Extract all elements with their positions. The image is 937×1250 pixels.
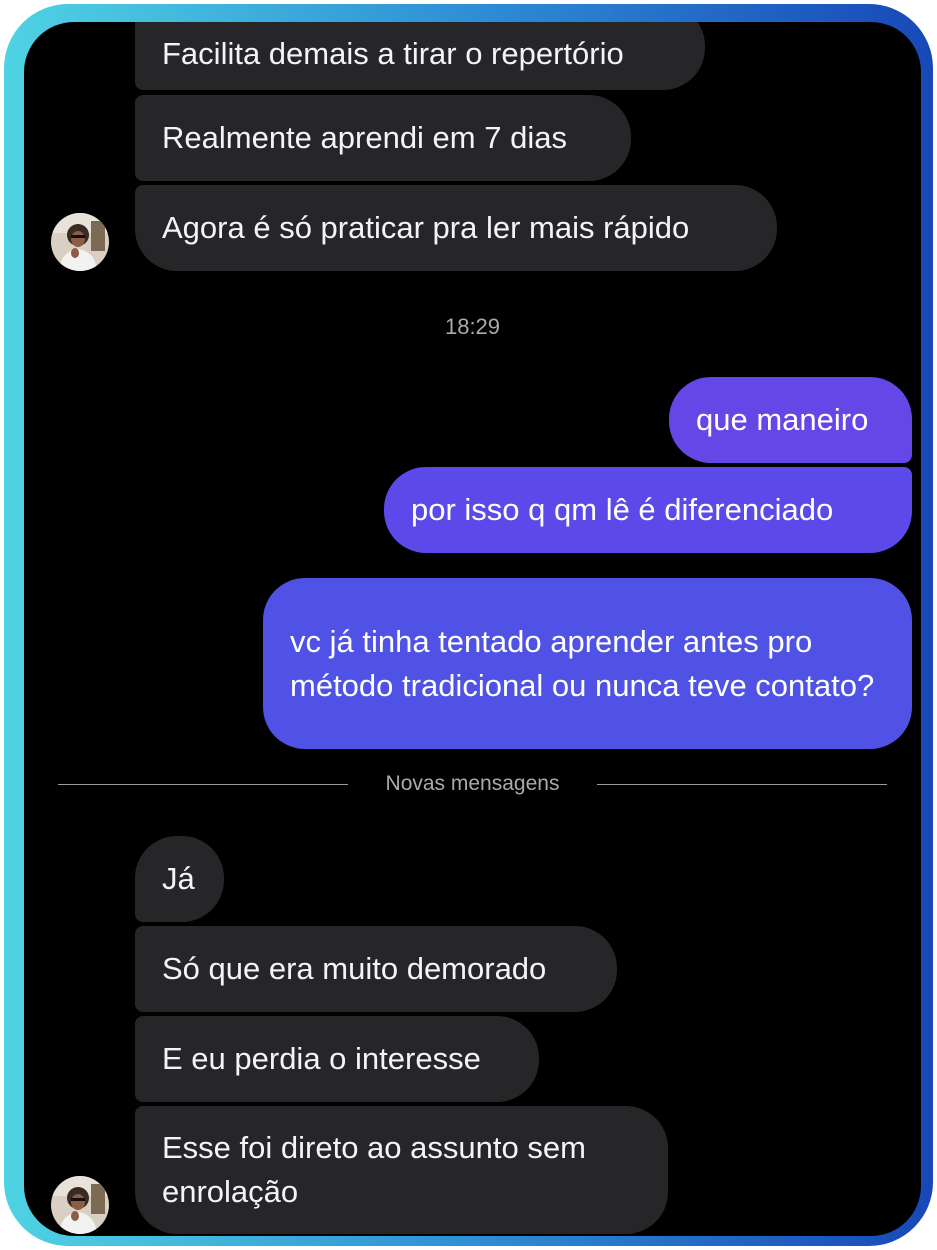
message-text: por isso q qm lê é diferenciado [411,492,834,527]
contact-avatar-icon[interactable] [51,213,109,271]
incoming-message[interactable]: Já [135,836,224,922]
message-text: Esse foi direto ao assunto sem enrolação [162,1130,586,1209]
divider-line [597,784,887,785]
incoming-message[interactable]: Facilita demais a tirar o repertório [135,22,705,90]
timestamp: 18:29 [444,314,501,339]
message-text: E eu perdia o interesse [162,1041,481,1076]
contact-avatar-icon[interactable] [51,1176,109,1234]
incoming-message[interactable]: Agora é só praticar pra ler mais rápido [135,185,777,271]
message-text: Agora é só praticar pra ler mais rápido [162,210,690,245]
message-text: que maneiro [696,402,869,437]
incoming-message[interactable]: Esse foi direto ao assunto sem enrolação [135,1106,668,1234]
message-text: Facilita demais a tirar o repertório [162,36,624,71]
message-text: Só que era muito demorado [162,951,547,986]
message-text: vc já tinha tentado aprender antes pro m… [290,623,875,703]
outgoing-message[interactable]: vc já tinha tentado aprender antes pro m… [263,578,912,749]
message-text: Realmente aprendi em 7 dias [162,120,567,155]
incoming-message[interactable]: Realmente aprendi em 7 dias [135,95,631,181]
device-frame: Facilita demais a tirar o repertório Rea… [4,4,933,1246]
new-messages-divider: Novas mensagens [58,772,887,795]
chat-screen[interactable]: Facilita demais a tirar o repertório Rea… [24,22,921,1236]
incoming-message[interactable]: E eu perdia o interesse [135,1016,539,1102]
incoming-message[interactable]: Só que era muito demorado [135,926,617,1012]
outgoing-message[interactable]: por isso q qm lê é diferenciado [384,467,912,553]
message-text: Já [162,861,195,896]
outgoing-message[interactable]: que maneiro [669,377,912,463]
